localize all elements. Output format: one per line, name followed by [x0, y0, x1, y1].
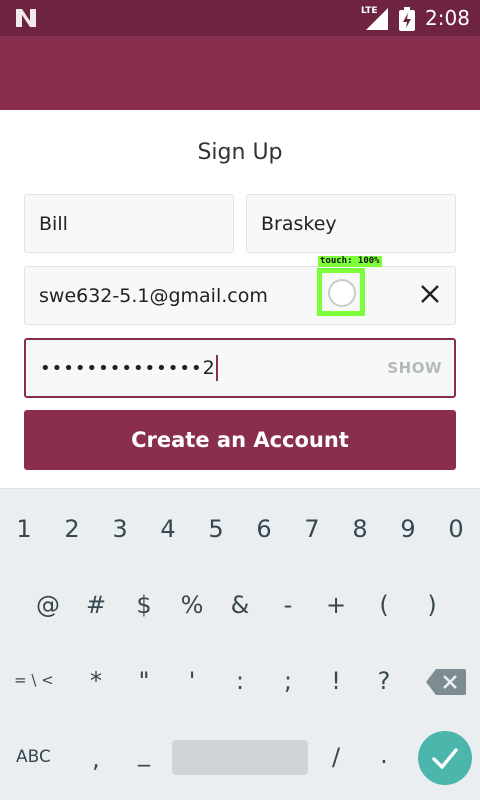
signal-icon — [366, 8, 388, 30]
password-dots: •••••••••••••• — [40, 357, 203, 379]
touch-indicator-label: touch: 100% — [318, 256, 382, 267]
key[interactable]: 2 — [52, 515, 92, 543]
last-name-field[interactable]: Braskey — [246, 194, 456, 253]
abc-key[interactable]: ABC — [16, 747, 51, 767]
text-cursor — [215, 355, 218, 381]
key[interactable]: + — [316, 591, 356, 619]
key[interactable]: ! — [316, 667, 356, 695]
email-value: swe632-5.1@gmail.com — [39, 284, 268, 307]
key[interactable]: 8 — [340, 515, 380, 543]
status-bar: LTE 2:08 — [0, 0, 480, 36]
show-password-button[interactable]: SHOW — [387, 359, 442, 377]
key[interactable]: 9 — [388, 515, 428, 543]
battery-charging-icon — [399, 7, 415, 31]
more-symbols-key[interactable]: = \ < — [14, 671, 54, 689]
key[interactable]: / — [316, 743, 356, 771]
last-name-value: Braskey — [261, 212, 337, 235]
key[interactable]: 1 — [4, 515, 44, 543]
key[interactable]: $ — [124, 591, 164, 619]
page-title: Sign Up — [197, 140, 283, 165]
key[interactable]: ) — [412, 591, 452, 619]
email-field[interactable]: swe632-5.1@gmail.com — [24, 266, 456, 325]
soft-keyboard: 1 2 3 4 5 6 7 8 9 0 @ # $ % & - + ( ) = … — [0, 488, 480, 800]
key[interactable]: 6 — [244, 515, 284, 543]
password-field[interactable]: •••••••••••••• 2 SHOW — [24, 338, 456, 398]
create-account-button[interactable]: Create an Account — [24, 410, 456, 470]
key[interactable]: - — [268, 591, 308, 619]
app-toolbar — [0, 36, 480, 110]
key[interactable]: ; — [268, 667, 308, 695]
key[interactable]: & — [220, 591, 260, 619]
backspace-icon[interactable] — [426, 669, 466, 695]
key[interactable]: ( — [364, 591, 404, 619]
key[interactable]: 4 — [148, 515, 188, 543]
checkmark-icon — [432, 748, 458, 769]
key[interactable]: : — [220, 667, 260, 695]
key[interactable]: * — [76, 667, 116, 695]
first-name-value: Bill — [39, 212, 68, 235]
key[interactable]: % — [172, 591, 212, 619]
key[interactable]: 3 — [100, 515, 140, 543]
key[interactable]: 0 — [436, 515, 476, 543]
key[interactable]: ' — [172, 667, 212, 695]
done-button[interactable] — [418, 731, 472, 785]
key[interactable]: @ — [28, 591, 68, 619]
key[interactable]: " — [124, 667, 164, 695]
key[interactable]: _ — [124, 739, 164, 767]
key[interactable]: 7 — [292, 515, 332, 543]
key[interactable]: ? — [364, 667, 404, 695]
key[interactable]: . — [364, 741, 404, 769]
key[interactable]: 5 — [196, 515, 236, 543]
clear-icon[interactable] — [419, 283, 441, 305]
first-name-field[interactable]: Bill — [24, 194, 234, 253]
n-logo-icon — [16, 9, 36, 27]
password-last-char: 2 — [202, 357, 215, 379]
touch-indicator — [317, 268, 365, 316]
clock: 2:08 — [425, 6, 470, 30]
space-key[interactable] — [172, 740, 308, 775]
touch-point-icon — [328, 279, 356, 307]
key[interactable]: , — [76, 745, 116, 773]
key[interactable]: # — [76, 591, 116, 619]
